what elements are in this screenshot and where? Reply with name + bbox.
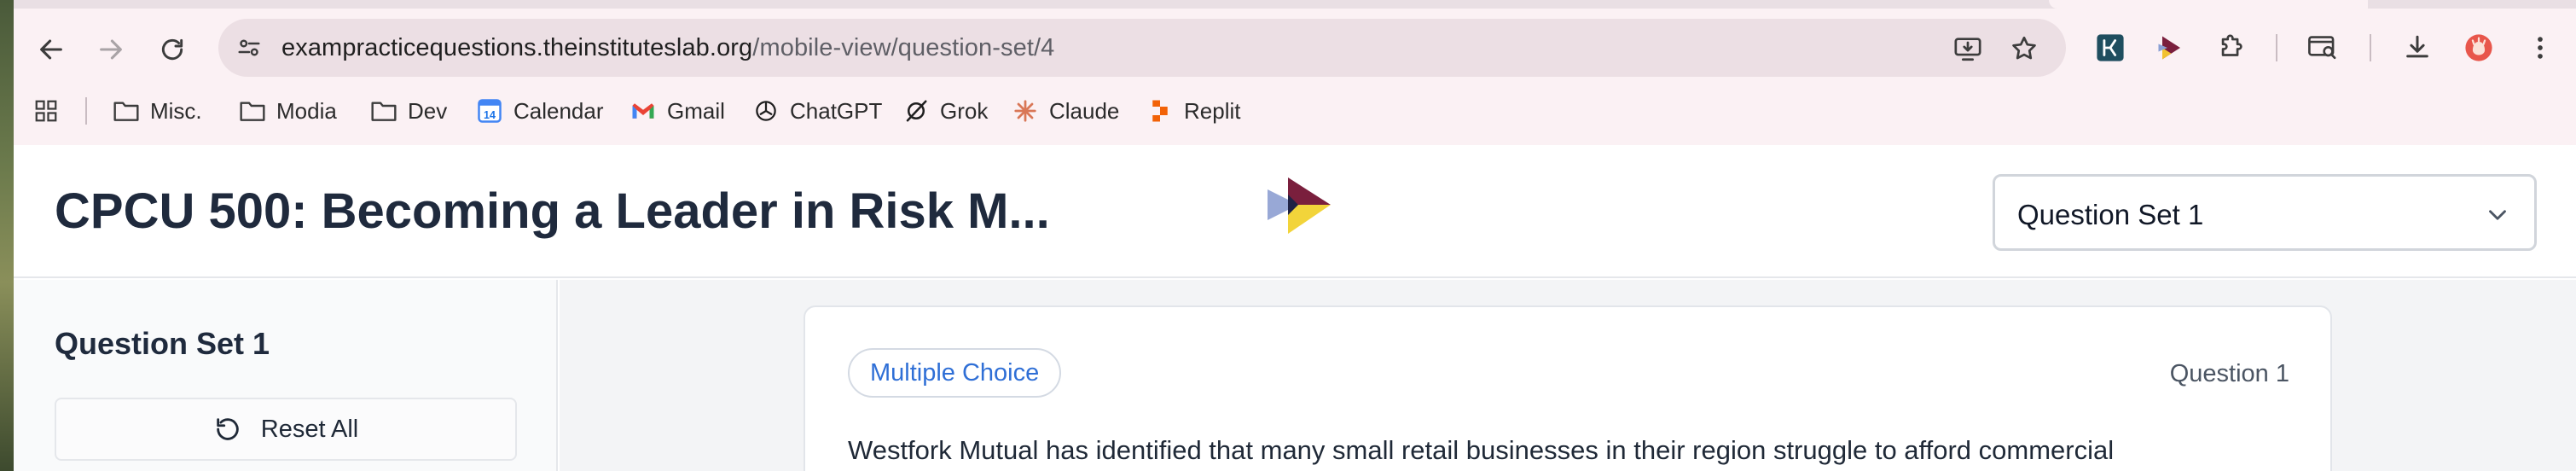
bookmark-chatgpt[interactable]: ChatGPT [752,94,882,128]
folder-icon [370,97,397,125]
gmail-icon [629,97,657,125]
arrow-right-icon [100,39,122,60]
bookmark-star-icon[interactable] [2008,32,2040,65]
replit-icon [1146,97,1174,125]
profile-avatar-icon[interactable] [2460,29,2498,67]
bookmark-calendar[interactable]: 14 Calendar [476,94,604,128]
calendar-date-text: 14 [484,109,496,121]
bookmark-misc[interactable]: Misc. [113,94,202,128]
page-title: CPCU 500: Becoming a Leader in Risk M... [55,183,1050,239]
reload-icon [161,38,183,61]
question-set-select-value: Question Set 1 [2017,199,2204,230]
bookmark-label: Replit [1184,97,1241,124]
toolbar-separator [2370,34,2371,61]
bookmark-label: ChatGPT [790,97,883,124]
bookmarks-separator [85,97,87,125]
bookmark-label: Modia [276,97,337,124]
apps-grid-icon [32,97,60,125]
browser-menu-icon[interactable] [2521,29,2559,67]
main-content: Multiple Choice Question 1 Westfork Mutu… [560,280,2576,471]
folder-icon [239,97,266,125]
bookmark-claude[interactable]: Claude [1012,94,1119,128]
sidebar-title: Question Set 1 [55,326,270,361]
apps-grid-button[interactable] [32,94,60,128]
tab-search-icon[interactable] [2305,29,2342,67]
bookmark-label: Dev [408,97,448,124]
extensions-puzzle-icon[interactable] [2213,29,2250,67]
claude-icon [1012,97,1039,125]
desktop-wallpaper-strip [0,0,14,471]
reset-icon [217,418,239,440]
extension-play-icon[interactable] [2151,29,2189,67]
bookmark-modia[interactable]: Modia [239,94,337,128]
site-settings-icon[interactable] [234,32,264,63]
app-header: CPCU 500: Becoming a Leader in Risk M...… [14,145,2576,278]
forward-button[interactable] [85,24,136,75]
url-path: /mobile-view/question-set/4 [752,34,1055,61]
calendar-icon: 14 [476,97,503,125]
folder-icon [113,97,140,125]
bookmark-gmail[interactable]: Gmail [629,94,725,128]
question-card: Multiple Choice Question 1 Westfork Mutu… [804,305,2332,471]
bookmark-label: Grok [940,97,989,124]
url-text: exampracticequestions.theinstituteslab.o… [281,34,1054,62]
reset-all-label: Reset All [260,415,359,443]
question-number: Question 1 [2169,360,2289,387]
bookmark-label: Misc. [150,97,202,124]
extension-dark-icon[interactable] [2092,29,2129,67]
grok-icon [902,97,930,125]
question-set-select[interactable]: Question Set 1 [1993,174,2537,251]
bookmark-grok[interactable]: Grok [902,94,988,128]
bookmark-label: Calendar [513,97,604,124]
brand-logo [1268,177,1331,234]
install-app-icon[interactable] [1952,32,1984,65]
bookmark-replit[interactable]: Replit [1146,94,1240,128]
reload-button[interactable] [147,24,198,75]
sidebar: Question Set 1 Reset All [14,280,558,471]
tab-strip-edge [2049,0,2368,9]
address-bar[interactable]: exampracticequestions.theinstituteslab.o… [218,19,2066,77]
bookmark-dev[interactable]: Dev [370,94,447,128]
arrow-left-icon [40,39,62,60]
question-text: Westfork Mutual has identified that many… [848,435,2115,465]
reset-all-button[interactable]: Reset All [55,398,517,461]
back-button[interactable] [26,24,77,75]
toolbar-separator [2276,34,2277,61]
url-domain: exampracticequestions.theinstituteslab.o… [281,34,753,61]
downloads-icon[interactable] [2399,29,2436,67]
chatgpt-icon [752,97,780,125]
bookmark-label: Claude [1049,97,1120,124]
chevron-down-icon [2489,210,2506,220]
bookmark-label: Gmail [667,97,725,124]
question-type-badge: Multiple Choice [848,348,1062,398]
